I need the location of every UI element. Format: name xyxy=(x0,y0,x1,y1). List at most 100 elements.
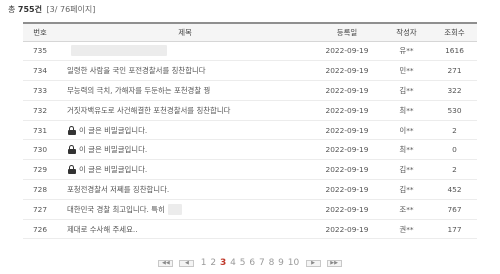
page-link-current[interactable]: 3 xyxy=(220,258,226,268)
post-views: 271 xyxy=(432,60,477,82)
post-author: 최** xyxy=(381,139,432,161)
post-number: 734 xyxy=(23,60,57,82)
post-number: 733 xyxy=(23,80,57,101)
post-date: 2022-09-19 xyxy=(313,199,381,220)
post-author: 김** xyxy=(381,159,432,181)
post-title-link[interactable]: 이 글은 비밀글입니다. xyxy=(79,145,147,154)
column-header-date: 등록일 xyxy=(313,22,381,42)
redacted-text xyxy=(167,204,182,216)
post-date: 2022-09-19 xyxy=(313,139,381,161)
post-views: 177 xyxy=(432,219,477,240)
post-number: 735 xyxy=(23,41,57,62)
prev-page-button[interactable]: ◀ xyxy=(179,260,195,267)
post-number: 729 xyxy=(23,159,57,181)
post-author: 김** xyxy=(381,80,432,101)
table-row[interactable]: 731 이 글은 비밀글입니다. 2022-09-19 이** 2 xyxy=(23,120,477,141)
post-author: 민** xyxy=(381,60,432,82)
post-author: 최** xyxy=(381,100,432,121)
lock-icon xyxy=(67,145,76,155)
table-header-row: 번호 제목 등록일 작성자 조회수 xyxy=(23,22,477,42)
post-number: 731 xyxy=(23,120,57,141)
column-header-views: 조회수 xyxy=(432,22,477,42)
post-title-cell[interactable]: 이 글은 비밀글입니다. xyxy=(57,159,313,181)
post-views: 452 xyxy=(432,179,477,200)
post-count-summary: 총 755건 [3/ 76페이지] xyxy=(8,4,95,15)
lock-icon xyxy=(67,125,76,135)
table-row[interactable]: 729 이 글은 비밀글입니다. 2022-09-19 김** 2 xyxy=(23,159,477,181)
post-title-cell[interactable]: 이 글은 비밀글입니다. xyxy=(57,120,313,141)
post-title-cell[interactable]: 일령한 사람을 국인 포전경찰서를 칭찬합니다 xyxy=(57,60,313,82)
post-title-cell[interactable]: 거짓자백유도로 사건해결한 포천경찰서를 칭찬합니다 xyxy=(57,100,313,121)
page-info: [3/ 76페이지] xyxy=(46,5,96,14)
post-title-link[interactable]: 이 글은 비밀글입니다. xyxy=(79,165,147,174)
post-title-cell[interactable]: 제대로 수사해 주세요.. xyxy=(57,219,313,240)
page-link-5[interactable]: 5 xyxy=(240,258,246,268)
post-number: 728 xyxy=(23,179,57,200)
page-link-9[interactable]: 9 xyxy=(278,258,284,268)
table-row[interactable]: 726 제대로 수사해 주세요.. 2022-09-19 권** 177 xyxy=(23,219,477,240)
pagination: ◀◀ ◀ 1 2 3 4 5 6 7 8 9 10 ▶ ▶▶ xyxy=(0,258,500,268)
post-title-cell[interactable]: 대한민국 경찰 최고입니다. 특히 xyxy=(57,199,313,220)
post-views: 530 xyxy=(432,100,477,121)
column-header-author: 작성자 xyxy=(381,22,432,42)
lock-icon xyxy=(67,165,76,175)
post-title-cell[interactable]: 이 글은 비밀글입니다. xyxy=(57,139,313,161)
column-header-title: 제목 xyxy=(57,22,313,42)
post-author: 권** xyxy=(381,219,432,240)
page-link-2[interactable]: 2 xyxy=(210,258,216,268)
post-date: 2022-09-19 xyxy=(313,120,381,141)
post-date: 2022-09-19 xyxy=(313,219,381,240)
page-link-8[interactable]: 8 xyxy=(269,258,275,268)
post-author: 이** xyxy=(381,120,432,141)
post-views: 1616 xyxy=(432,41,477,62)
summary-prefix: 총 xyxy=(8,5,16,14)
post-date: 2022-09-19 xyxy=(313,159,381,181)
post-title-link[interactable]: 일령한 사람을 국인 포전경찰서를 칭찬합니다 xyxy=(67,66,206,75)
post-date: 2022-09-19 xyxy=(313,100,381,121)
post-title-link[interactable]: 거짓자백유도로 사건해결한 포천경찰서를 칭찬합니다 xyxy=(67,106,230,115)
table-row[interactable]: 735 2022-09-19 유** 1616 xyxy=(23,41,477,62)
post-number: 730 xyxy=(23,139,57,161)
post-views: 2 xyxy=(432,120,477,141)
post-title-link[interactable]: 대한민국 경찰 최고입니다. 특히 xyxy=(67,205,165,214)
table-row[interactable]: 728 포청전경찰서 저쩨를 징찬합니다. 2022-09-19 김** 452 xyxy=(23,179,477,200)
column-header-no: 번호 xyxy=(23,22,57,42)
post-views: 2 xyxy=(432,159,477,181)
page-link-6[interactable]: 6 xyxy=(249,258,255,268)
post-date: 2022-09-19 xyxy=(313,41,381,62)
post-title-cell[interactable]: 무능력의 극치, 가해자를 두둔하는 포천경찰 꿩 xyxy=(57,80,313,101)
table-row[interactable]: 727 대한민국 경찰 최고입니다. 특히 2022-09-19 조** 767 xyxy=(23,199,477,220)
post-date: 2022-09-19 xyxy=(313,179,381,200)
total-count: 755건 xyxy=(17,5,42,14)
board-table: 번호 제목 등록일 작성자 조회수 735 2022-09-19 유** 161… xyxy=(23,22,477,240)
page-link-7[interactable]: 7 xyxy=(259,258,265,268)
page-link-4[interactable]: 4 xyxy=(230,258,236,268)
post-author: 김** xyxy=(381,179,432,200)
post-title-cell[interactable] xyxy=(57,41,313,62)
table-row[interactable]: 734 일령한 사람을 국인 포전경찰서를 칭찬합니다 2022-09-19 민… xyxy=(23,60,477,82)
post-views: 767 xyxy=(432,199,477,220)
next-page-button[interactable]: ▶ xyxy=(305,260,321,267)
page-link-1[interactable]: 1 xyxy=(201,258,207,268)
post-title-link[interactable]: 무능력의 극치, 가해자를 두둔하는 포천경찰 꿩 xyxy=(67,86,210,95)
post-title-link[interactable]: 이 글은 비밀글입니다. xyxy=(79,126,147,135)
post-title-link[interactable]: 포청전경찰서 저쩨를 징찬합니다. xyxy=(67,185,169,194)
post-number: 726 xyxy=(23,219,57,240)
post-author: 조** xyxy=(381,199,432,220)
post-title-link[interactable]: 제대로 수사해 주세요.. xyxy=(67,225,138,234)
last-page-button[interactable]: ▶▶ xyxy=(326,260,342,267)
first-page-button[interactable]: ◀◀ xyxy=(158,260,174,267)
redacted-title xyxy=(71,45,167,57)
page-link-10[interactable]: 10 xyxy=(288,258,299,268)
post-date: 2022-09-19 xyxy=(313,80,381,101)
table-row[interactable]: 730 이 글은 비밀글입니다. 2022-09-19 최** 0 xyxy=(23,139,477,161)
post-author: 유** xyxy=(381,41,432,62)
post-number: 732 xyxy=(23,100,57,121)
post-number: 727 xyxy=(23,199,57,220)
table-row[interactable]: 732 거짓자백유도로 사건해결한 포천경찰서를 칭찬합니다 2022-09-1… xyxy=(23,100,477,121)
post-title-cell[interactable]: 포청전경찰서 저쩨를 징찬합니다. xyxy=(57,179,313,200)
post-date: 2022-09-19 xyxy=(313,60,381,82)
post-views: 322 xyxy=(432,80,477,101)
post-views: 0 xyxy=(432,139,477,161)
table-row[interactable]: 733 무능력의 극치, 가해자를 두둔하는 포천경찰 꿩 2022-09-19… xyxy=(23,80,477,101)
